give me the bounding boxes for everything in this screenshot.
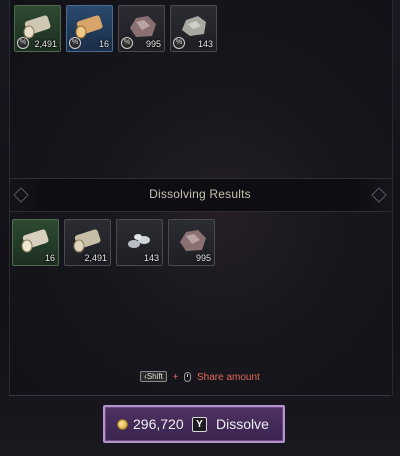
material-quantity: 16 <box>98 39 109 49</box>
mouse-icon <box>184 372 192 382</box>
material-slot-timber[interactable]: % 2,491 <box>14 5 61 52</box>
dissolve-label: Dissolve <box>216 416 269 432</box>
material-quantity: 143 <box>197 39 213 49</box>
right-ornament-icon <box>371 187 387 203</box>
dissolving-results-header: Dissolving Results <box>9 178 391 212</box>
iron-ore-icon <box>180 230 206 251</box>
result-slot-timber[interactable]: 2,491 <box>64 219 111 266</box>
share-amount-hint: ‹Shift + Share amount <box>0 371 400 383</box>
dissolve-mark-icon: % <box>17 37 29 49</box>
material-slot-iron-ore[interactable]: % 995 <box>118 5 165 52</box>
result-slot-iron-ore[interactable]: 995 <box>168 219 215 266</box>
plus-sign: + <box>172 372 179 383</box>
dissolve-button[interactable]: 296,720 Y Dissolve <box>103 405 285 443</box>
result-slot-sturdy-timber[interactable]: 16 <box>12 219 59 266</box>
divider <box>9 395 391 396</box>
silver-coin-icon <box>117 419 128 430</box>
y-key-icon: Y <box>192 417 207 432</box>
result-quantity: 16 <box>44 253 55 263</box>
dissolve-mark-icon: % <box>121 37 133 49</box>
material-slot-tender-timber[interactable]: % 16 <box>66 5 113 52</box>
result-quantity: 143 <box>143 253 159 263</box>
material-quantity: 2,491 <box>34 39 57 49</box>
result-slot-heavy-iron-ore[interactable]: 143 <box>116 219 163 266</box>
section-title: Dissolving Results <box>149 187 251 201</box>
dissolve-mark-icon: % <box>69 37 81 49</box>
dissolve-cost: 296,720 <box>133 416 184 432</box>
share-amount-label: Share amount <box>197 372 260 383</box>
material-slot-heavy-iron-ore[interactable]: % 143 <box>170 5 217 52</box>
dissolve-mark-icon: % <box>173 37 185 49</box>
heavy-iron-ore-icon <box>128 234 150 248</box>
shift-key: ‹Shift <box>140 371 167 382</box>
timber-icon <box>73 229 101 253</box>
result-quantity: 995 <box>195 253 211 263</box>
sturdy-timber-icon <box>21 229 49 253</box>
result-quantity: 2,491 <box>84 253 107 263</box>
material-quantity: 995 <box>145 39 161 49</box>
